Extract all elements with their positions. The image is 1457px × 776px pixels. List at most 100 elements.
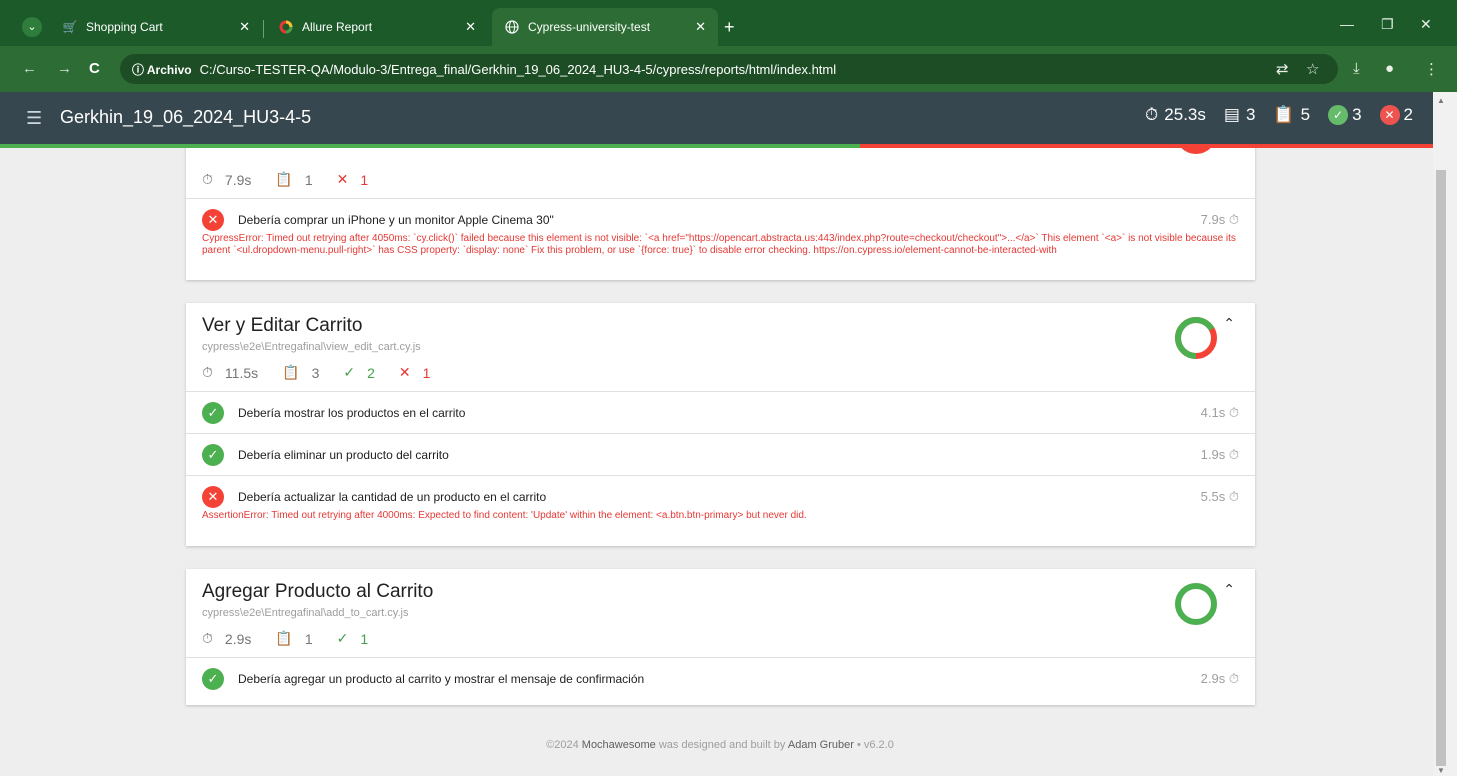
stat-tests[interactable]: 📋 5 (1273, 105, 1310, 125)
suite-duration: ⏱ 11.5s (202, 364, 259, 381)
pass-check-icon: ✓ (202, 667, 224, 690)
test-error-message: AssertionError: Timed out retrying after… (202, 510, 807, 521)
suites-icon: ▤ (1223, 105, 1240, 124)
tab-cypress-university-test[interactable]: Cypress-university-test ✕ (492, 8, 718, 46)
suite-card: ⏱ 7.9s 📋 1 ✕ 1 ✕ Debería comprar un iPhone… (186, 148, 1255, 280)
fail-circle-icon: ✕ (202, 208, 224, 231)
tab-search-icon[interactable]: ⌄ (22, 17, 42, 37)
forward-icon[interactable]: → (57, 60, 72, 77)
report-content: ⏱ 7.9s 📋 1 ✕ 1 ✕ Debería comprar un iPhone… (0, 148, 1433, 776)
test-error-message: CypressError: Timed out retrying after 4… (202, 233, 1236, 256)
stat-suites[interactable]: ▤ 3 (1224, 105, 1256, 125)
report-title: Gerkhin_19_06_2024_HU3-4-5 (60, 107, 312, 127)
suite-header: ⏱ 7.9s 📋 1 ✕ 1 (186, 148, 1255, 198)
reload-icon[interactable]: C (89, 60, 100, 77)
stat-failed[interactable]: ✕ 2 (1379, 105, 1413, 125)
timer-icon: ⏱ (1145, 105, 1159, 124)
report-app-bar: ☰ Gerkhin_19_06_2024_HU3-4-5 ⏱ 25.3s ▤ 3… (0, 92, 1433, 144)
suite-file-path: cypress\e2e\Entregafinal\view_edit_cart.… (202, 341, 421, 353)
bookmark-star-icon[interactable]: ☆ (1306, 60, 1319, 78)
tab-shopping-cart[interactable]: 🛒 Shopping Cart ✕ (50, 8, 262, 46)
check-icon: ✓ (343, 364, 356, 380)
collapse-caret-icon[interactable]: ⌃ (1223, 581, 1235, 598)
suite-tests-count: 📋 1 (275, 171, 313, 188)
cart-icon: 🛒 (62, 20, 78, 34)
timer-icon: ⏱ (1228, 446, 1239, 462)
test-item[interactable]: ✓ Debería mostrar los productos en el ca… (186, 391, 1255, 433)
suite-passed-count: ✓ 1 (336, 630, 369, 647)
site-info-chip[interactable]: ⓘ Archivo (132, 61, 192, 78)
menu-icon[interactable]: ☰ (26, 108, 42, 129)
check-icon: ✓ (336, 630, 349, 646)
stat-passed[interactable]: ✓ 3 (1328, 105, 1362, 125)
suite-title: Agregar Producto al Carrito (202, 581, 434, 602)
clipboard-icon: 📋 (282, 364, 300, 380)
url-text: C:/Curso-TESTER-QA/Modulo-3/Entrega_fina… (199, 61, 837, 77)
tab-allure-report[interactable]: Allure Report ✕ (266, 8, 488, 46)
timer-icon: ⏱ (1228, 404, 1239, 420)
pass-check-icon: ✓ (202, 401, 224, 424)
suite-summary: ⏱ 11.5s 📋 3 ✓ 2 ✕ 1 (202, 353, 1239, 391)
scroll-down-arrow[interactable]: ▼ (1437, 766, 1445, 775)
test-duration: 7.9s ⏱ (1200, 211, 1239, 227)
browser-address-bar: ← → C ⓘ Archivo C:/Curso-TESTER-QA/Modul… (0, 46, 1457, 92)
suite-title: Ver y Editar Carrito (202, 315, 363, 336)
minimize-icon[interactable]: — (1340, 16, 1354, 32)
fail-circle-icon: ✕ (202, 485, 224, 508)
suite-summary: ⏱ 7.9s 📋 1 ✕ 1 (202, 160, 1239, 198)
suite-duration: ⏱ 2.9s (202, 630, 252, 647)
suite-failed-count: ✕ 1 (336, 171, 369, 188)
profile-avatar-icon[interactable]: ● (1385, 60, 1394, 77)
browser-menu-icon[interactable]: ⋮ (1424, 60, 1439, 78)
check-circle-icon: ✓ (1328, 105, 1349, 125)
test-item[interactable]: ✕ Debería comprar un iPhone y un monitor… (186, 198, 1255, 267)
footer-brand-link[interactable]: Mochawesome (582, 739, 656, 751)
timer-icon: ⏱ (1228, 670, 1239, 686)
timer-icon: ⏱ (1228, 488, 1239, 504)
test-title: Debería comprar un iPhone y un monitor A… (238, 212, 554, 227)
close-icon[interactable]: ✕ (695, 19, 706, 35)
test-title: Debería actualizar la cantidad de un pro… (238, 489, 547, 504)
timer-icon: ⏱ (1228, 211, 1239, 227)
suite-donut-chart (1175, 583, 1217, 625)
download-icon[interactable]: ⤓ (1353, 60, 1360, 77)
restore-icon[interactable]: ❐ (1381, 16, 1394, 33)
new-tab-plus-icon[interactable]: + (724, 18, 735, 36)
suite-summary: ⏱ 2.9s 📋 1 ✓ 1 (202, 619, 1239, 657)
url-omnibox[interactable]: ⓘ Archivo C:/Curso-TESTER-QA/Modulo-3/En… (120, 54, 1338, 84)
footer-author-link[interactable]: Adam Gruber (788, 739, 854, 751)
cancel-circle-icon: ✕ (1379, 105, 1400, 125)
suite-passed-count: ✓ 2 (343, 364, 375, 381)
stat-duration: ⏱ 25.3s (1145, 105, 1206, 124)
timer-icon: ⏱ (202, 171, 213, 187)
scrollbar-thumb[interactable] (1436, 170, 1446, 766)
close-icon[interactable]: ✕ (239, 19, 250, 35)
fail-x-icon: ✕ (336, 171, 349, 187)
close-icon[interactable]: ✕ (465, 19, 476, 35)
back-icon[interactable]: ← (22, 60, 37, 77)
collapse-caret-icon[interactable]: ⌃ (1223, 315, 1235, 332)
suite-tests-count: 📋 1 (275, 630, 313, 647)
timer-icon: ⏱ (202, 364, 213, 380)
globe-icon (504, 19, 520, 35)
suite-failed-count: ✕ 1 (398, 364, 431, 381)
test-item[interactable]: ✓ Debería agregar un producto al carrito… (186, 657, 1255, 699)
suite-card-view-edit-cart: Ver y Editar Carrito cypress\e2e\Entrega… (186, 303, 1255, 546)
scroll-up-arrow[interactable]: ▲ (1437, 96, 1445, 105)
clipboard-icon: 📋 (1273, 105, 1295, 124)
pass-check-icon: ✓ (202, 443, 224, 466)
test-title: Debería eliminar un producto del carrito (238, 447, 449, 462)
fail-x-icon: ✕ (398, 364, 411, 380)
timer-icon: ⏱ (202, 630, 213, 646)
test-item[interactable]: ✕ Debería actualizar la cantidad de un p… (186, 475, 1255, 532)
tab-divider (263, 20, 264, 38)
browser-tab-strip: ⌄ 🛒 Shopping Cart ✕ Allure Report ✕ Cypr… (0, 0, 1457, 46)
clipboard-icon: 📋 (275, 171, 293, 187)
close-window-icon[interactable]: ✕ (1420, 16, 1432, 33)
suite-header: Ver y Editar Carrito cypress\e2e\Entrega… (186, 303, 1255, 391)
suite-card-add-to-cart: Agregar Producto al Carrito cypress\e2e\… (186, 569, 1255, 705)
suite-header: Agregar Producto al Carrito cypress\e2e\… (186, 569, 1255, 657)
test-item[interactable]: ✓ Debería eliminar un producto del carri… (186, 433, 1255, 475)
suite-file-path: cypress\e2e\Entregafinal\add_to_cart.cy.… (202, 607, 409, 619)
translate-icon[interactable]: ⇄ (1276, 60, 1289, 78)
